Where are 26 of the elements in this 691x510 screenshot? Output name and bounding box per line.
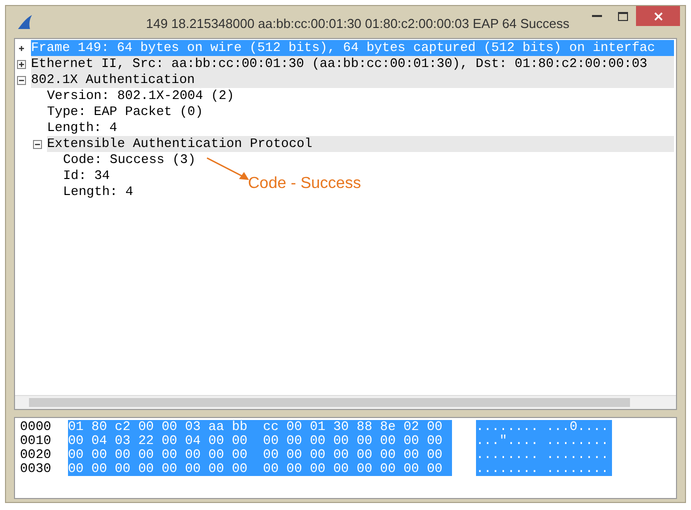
hex-offset: 0010 [20, 434, 52, 448]
tree-item[interactable]: 802.1X Authentication [31, 72, 674, 88]
shark-fin-icon [16, 14, 34, 30]
tree-item[interactable]: Id: 34 [63, 168, 110, 184]
tree-item[interactable]: Ethernet II, Src: aa:bb:cc:00:01:30 (aa:bb:cc:00:01:30), Dst: 01:80:c2:00:00:03 [31, 56, 674, 72]
horizontal-scrollbar[interactable] [15, 395, 676, 409]
tree-item[interactable]: Code: Success (3) [63, 152, 196, 168]
hex-offset: 0000 [20, 420, 52, 434]
annotation-arrow [206, 157, 250, 181]
annotation-label: Code - Success [248, 174, 361, 194]
maximize-icon [618, 12, 628, 20]
minimize-icon [592, 15, 602, 17]
close-icon [654, 12, 662, 20]
tree-item[interactable]: Length: 4 [63, 184, 134, 200]
close-button[interactable] [636, 6, 680, 26]
tree-item[interactable]: Version: 802.1X-2004 (2) [47, 88, 234, 104]
scrollbar-thumb[interactable] [29, 398, 630, 407]
window-title: 149 18.215348000 aa:bb:cc:00:01:30 01:80:c2:00:00:03 EAP 64 Success [146, 15, 570, 33]
expand-icon[interactable] [17, 60, 26, 68]
collapse-icon[interactable] [33, 140, 42, 148]
collapse-icon[interactable] [17, 76, 26, 84]
tree-item[interactable]: Extensible Authentication Protocol [47, 136, 674, 152]
hex-offset: 0020 [20, 448, 52, 462]
hex-offset: 0030 [20, 462, 52, 476]
tree-item[interactable]: Type: EAP Packet (0) [47, 104, 204, 120]
tree-item[interactable]: Length: 4 [47, 120, 118, 136]
